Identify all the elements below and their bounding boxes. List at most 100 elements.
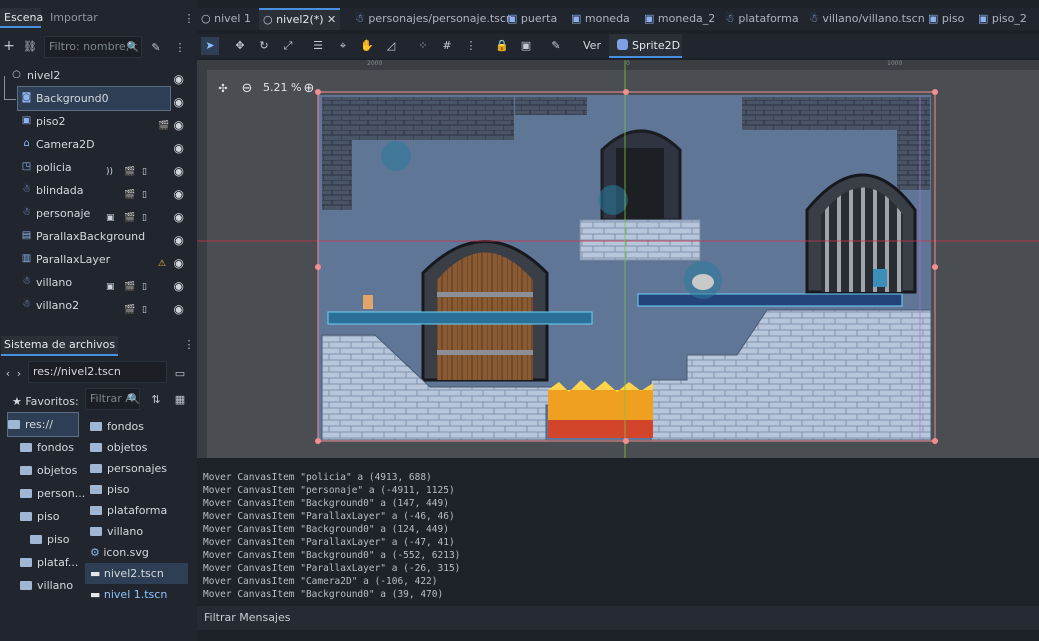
tree-item-villano2[interactable]: ☃ villano2 🎬 ▯ ◉ (0, 294, 192, 317)
sprite2d-menu[interactable]: Sprite2D (609, 34, 682, 58)
tree-item-camera2d[interactable]: ⌂ Camera2D ◉ (0, 133, 192, 156)
bone-icon[interactable]: ✎ (547, 37, 565, 55)
list-select-icon[interactable]: ☰ (309, 37, 327, 55)
tree-item-parallaxbackground[interactable]: ▤ ParallaxBackground ◉ (0, 225, 192, 248)
fs-file-item[interactable]: ▬ nivel 1.tscn (85, 584, 188, 605)
fs-file-item[interactable]: villano (85, 521, 188, 542)
group-icon[interactable]: ▣ (517, 37, 535, 55)
lock-icon[interactable]: 🔒 (493, 37, 511, 55)
log-line: Mover CanvasItem "Background0" a (-552, … (203, 550, 461, 561)
forward-arrow-icon[interactable]: › (11, 365, 27, 381)
fs-tree-item[interactable]: res:// (7, 412, 79, 437)
editor-tab-label: moneda (584, 12, 630, 25)
snap-options-icon[interactable]: ⋮ (462, 37, 480, 55)
grid-view-icon[interactable]: ▦ (172, 391, 188, 407)
tree-item-villano[interactable]: ☃ villano ▣ 🎬 ▯ ◉ (0, 271, 192, 294)
attach-script-icon[interactable]: ✎ (148, 39, 164, 55)
editor-tab[interactable]: ○ nivel2(*) ✕ (259, 8, 341, 30)
wall-bricks (897, 130, 930, 190)
character-icon: ☃ (809, 12, 823, 25)
node-circle-icon: ○ (201, 12, 215, 25)
character-icon: ☃ (22, 184, 31, 195)
grid-snap-icon[interactable]: # (438, 37, 456, 55)
tab-import[interactable]: Importar (46, 8, 102, 28)
tree-item-label: blindada (36, 184, 84, 197)
fs-menu-icon[interactable]: ⋮ (181, 337, 197, 353)
tree-item-nivel2[interactable]: ○ nivel2 ◉ (0, 64, 192, 87)
sort-icon[interactable]: ⇅ (148, 391, 164, 407)
rock (692, 274, 714, 290)
tree-item-blindada[interactable]: ☃ blindada 🎬 ▯ ◉ (0, 179, 192, 202)
tab-scene[interactable]: Escena (0, 8, 43, 28)
tab-filesystem[interactable]: Sistema de archivos (1, 336, 119, 356)
canvas-viewport[interactable]: 2000 0 1000 ✣ ⊖ 5.21 % ⊕ (197, 60, 1039, 458)
film-icon[interactable]: 🎬 (124, 299, 135, 322)
editor-tab[interactable]: ○ nivel 1 (201, 8, 251, 30)
scene-menu-icon[interactable]: ⋮ (172, 39, 188, 55)
folder-icon (20, 465, 32, 475)
fs-tree-label: objetos (37, 464, 78, 477)
fs-file-item[interactable]: ▬ nivel2.tscn (85, 563, 188, 584)
ceiling-bricks (742, 97, 930, 130)
fs-file-item[interactable]: objetos (85, 437, 188, 458)
fs-file-item[interactable]: plataforma (85, 500, 188, 521)
fs-file-item[interactable]: personajes (85, 458, 188, 479)
script-icon[interactable]: ▯ (142, 299, 147, 322)
dock-menu-icon[interactable]: ⋮ (181, 10, 197, 26)
fs-path-input[interactable]: res://nivel2.tscn (28, 361, 167, 383)
view-menu[interactable]: Ver (583, 38, 601, 54)
fs-file-item[interactable]: ⚙ icon.svg (85, 542, 188, 563)
fs-tree-label: piso (47, 533, 70, 546)
visibility-eye-icon[interactable]: ◉ (174, 68, 184, 91)
fs-tree-rows: res:// fondos objetos person... piso piso plat… (0, 388, 85, 641)
link-icon[interactable]: ⛓ (22, 38, 38, 54)
character-icon: ☃ (22, 299, 31, 310)
select-tool-icon[interactable]: ➤ (201, 37, 219, 55)
visibility-eye-icon[interactable]: ◉ (174, 298, 184, 321)
tree-item-background0[interactable]: ◙ Background0 ◉ (17, 86, 184, 111)
move-tool-icon[interactable]: ✥ (231, 37, 249, 55)
add-node-icon[interactable]: + (1, 38, 17, 54)
editor-tab[interactable]: ▣ moneda (571, 8, 630, 30)
fs-tree-item[interactable]: piso (20, 505, 60, 528)
scene-file-icon: ▬ (90, 567, 104, 580)
fs-tree-item[interactable]: villano (20, 574, 73, 597)
canvas-toolbar: ➤ ✥ ↻ ⤢ ☰ ⌖ ✋ ◿ ⁘ # ⋮ 🔒 ▣ ✎ Ver Sprite2D (197, 34, 1039, 58)
character-icon: ☃ (355, 12, 369, 25)
camera-icon: ⌂ (23, 138, 30, 149)
smart-snap-icon[interactable]: ⁘ (414, 37, 432, 55)
fs-file-label: villano (107, 525, 144, 538)
tree-item-policia[interactable]: ◳ policia)) 🎬 ▯ ◉ (0, 156, 192, 179)
editor-tab[interactable]: ☃ personajes/personaje.tscn (355, 8, 513, 30)
editor-tab[interactable]: ☃ plataforma (725, 8, 799, 30)
editor-tab[interactable]: ▣ piso_2 (978, 8, 1027, 30)
tree-item-piso2[interactable]: ▣ piso2 🎬 ◉ (0, 110, 192, 133)
godot-editor-window: Escena Importar ⋮ + ⛓ Filtro: nombre, t … (0, 0, 1039, 641)
ruler-tool-icon[interactable]: ◿ (382, 37, 400, 55)
fs-tree-label: person... (37, 487, 86, 500)
fs-tree-label: piso (37, 510, 60, 523)
fs-tree-item[interactable]: piso (30, 528, 70, 551)
pan-tool-icon[interactable]: ✋ (358, 37, 376, 55)
close-tab-icon[interactable]: ✕ (324, 13, 336, 26)
fs-tree-item[interactable]: person... (20, 482, 85, 505)
fs-file-item[interactable]: piso (85, 479, 188, 500)
tree-item-parallaxlayer[interactable]: ▥ ParallaxLayer ⚠ ◉ (0, 248, 192, 271)
editor-tab[interactable]: ▣ piso (928, 8, 964, 30)
fs-tree-item[interactable]: fondos (20, 436, 74, 459)
fs-file-item[interactable]: fondos (85, 416, 188, 437)
scale-tool-icon[interactable]: ⤢ (279, 37, 297, 55)
log-line: Mover CanvasItem "policia" a (4913, 688) (203, 472, 432, 483)
tree-item-personaje[interactable]: ☃ personaje ▣ 🎬 ▯ ◉ (0, 202, 192, 225)
rotate-tool-icon[interactable]: ↻ (255, 37, 273, 55)
editor-tab[interactable]: ▣ moneda_2 (644, 8, 715, 30)
log-line: Mover CanvasItem "Background0" a (39, 47… (203, 589, 444, 600)
pivot-tool-icon[interactable]: ⌖ (334, 37, 352, 55)
folder-icon (90, 463, 102, 473)
filter-messages-input[interactable]: Filtrar Mensajes (197, 606, 1039, 630)
editor-tab[interactable]: ▣ puerta (507, 8, 557, 30)
split-view-icon[interactable]: ▭ (172, 365, 188, 381)
editor-tab[interactable]: ☃ villano/villano.tscn (809, 8, 925, 30)
fs-tree-item[interactable]: objetos (20, 459, 77, 482)
fs-tree-item[interactable]: plataf... (20, 551, 78, 574)
